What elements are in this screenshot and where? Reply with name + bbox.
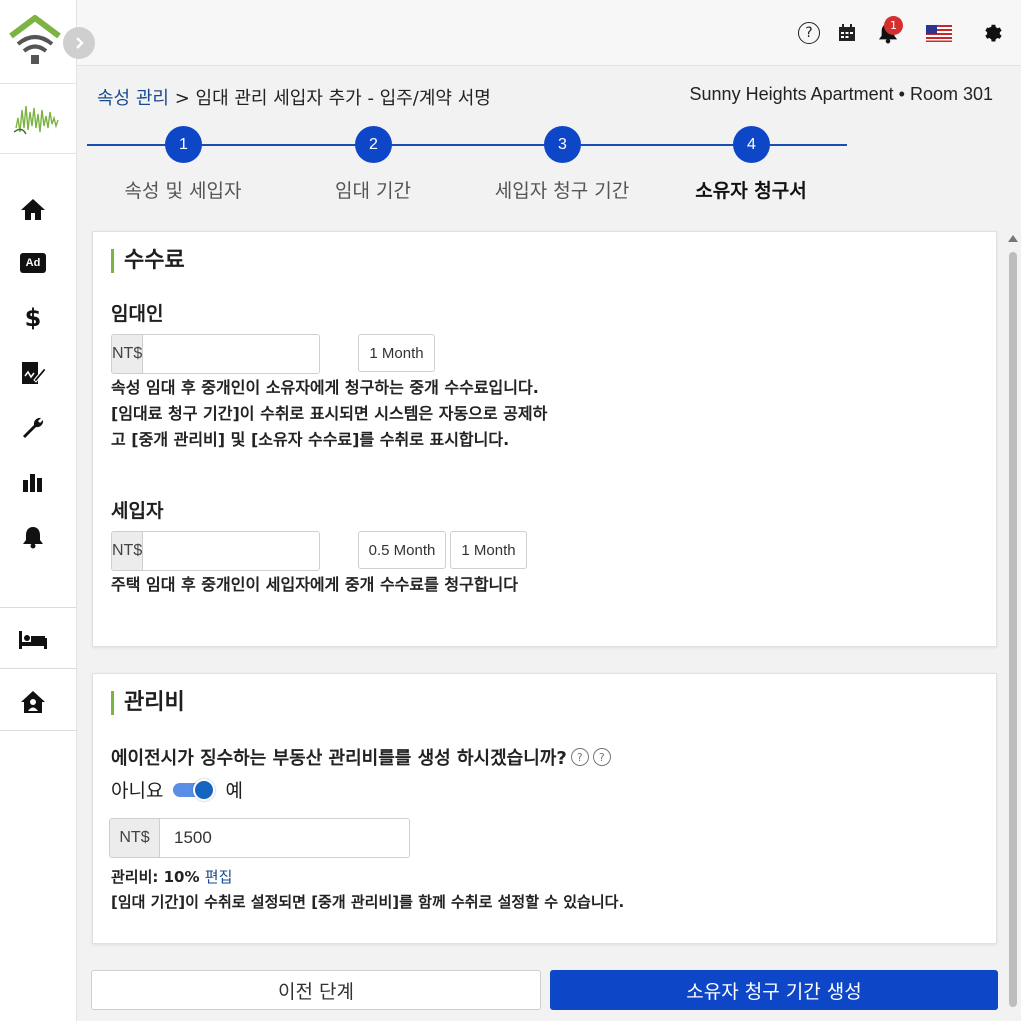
management-fee-rate: 관리비: 10% 편집 (111, 866, 232, 887)
notification-badge: 1 (884, 16, 903, 35)
previous-step-button[interactable]: 이전 단계 (91, 970, 541, 1010)
step-2-label: 임대 기간 (335, 180, 411, 202)
tenant-fee-input-group: NT$ (111, 531, 320, 571)
step-4-circle[interactable]: 4 (733, 126, 770, 163)
currency-prefix: NT$ (110, 819, 160, 857)
wifi-home-logo-icon (9, 15, 61, 64)
toggle-yes-label: 예 (225, 780, 243, 802)
sidebar: Ad $ (0, 0, 95, 1021)
bell-icon[interactable] (18, 522, 48, 552)
sidebar-collapse-button[interactable] (63, 27, 95, 59)
tenant-description: 주택 임대 후 중개인이 세입자에게 중개 수수료를 청구합니다 (111, 575, 518, 594)
breadcrumb-current: 임대 관리 세입자 추가 - 입주/계약 서명 (195, 88, 491, 109)
toggle-no-label: 아니요 (111, 780, 164, 802)
home-icon[interactable] (18, 194, 48, 224)
chart-icon[interactable] (18, 467, 48, 497)
content-scrollbar[interactable] (1007, 230, 1019, 1020)
wrench-icon[interactable] (18, 413, 48, 443)
landlord-description: 속성 임대 후 중개인이 소유자에게 청구하는 중개 수수료입니다. [임대료 … (111, 378, 548, 449)
calendar-icon[interactable] (834, 20, 860, 46)
breadcrumb-root-link[interactable]: 속성 관리 (97, 88, 169, 109)
tenant-half-month-chip[interactable]: 0.5 Month (358, 531, 446, 569)
step-1-label: 속성 및 세입자 (124, 180, 242, 202)
house-user-icon[interactable] (18, 687, 48, 717)
management-fee-toggle[interactable] (173, 778, 216, 801)
help-circle-icon[interactable]: ? (592, 748, 611, 766)
management-toggle-row: 아니요 예 (111, 776, 243, 803)
ad-label: Ad (20, 253, 46, 273)
management-question-text: 에이전시가 징수하는 부동산 관리비를를 생성 하시겠습니까? (111, 748, 567, 769)
landlord-label: 임대인 (111, 303, 164, 325)
landlord-fee-input-group: NT$ (111, 334, 320, 374)
edit-fee-link[interactable]: 편집 (205, 868, 233, 886)
contract-icon[interactable] (18, 358, 48, 388)
fee-rate-label: 관리비: 10% (111, 868, 200, 886)
gear-icon[interactable] (980, 20, 1006, 46)
step-3-circle[interactable]: 3 (544, 126, 581, 163)
breadcrumb-separator: > (174, 88, 190, 109)
help-circle-icon[interactable]: ? (570, 748, 589, 766)
us-flag-icon[interactable] (925, 20, 953, 46)
step-3-label: 세입자 청구 기간 (494, 180, 630, 202)
commission-title: 수수료 (111, 249, 185, 273)
tenant-label: 세입자 (111, 500, 164, 522)
landlord-fee-input[interactable] (143, 335, 319, 373)
management-fee-input[interactable] (160, 819, 409, 857)
toggle-thumb (193, 778, 216, 801)
management-fee-card: 관리비 에이전시가 징수하는 부동산 관리비를를 생성 하시겠습니까? ? ? … (92, 673, 997, 944)
management-fee-title: 관리비 (111, 691, 185, 715)
step-2-circle[interactable]: 2 (355, 126, 392, 163)
help-icon[interactable]: ? (796, 20, 822, 46)
create-owner-billing-button[interactable]: 소유자 청구 기간 생성 (550, 970, 998, 1010)
brand-signature-icon (13, 105, 59, 135)
ad-icon[interactable]: Ad (18, 248, 48, 278)
tenant-fee-input[interactable] (143, 532, 319, 570)
management-fee-input-group: NT$ (109, 818, 410, 858)
management-fee-note: [임대 기간]이 수취로 설정되면 [중개 관리비]를 함께 수취로 설정할 수… (111, 893, 625, 911)
property-info: Sunny Heights Apartment • Room 301 (689, 84, 993, 104)
currency-prefix: NT$ (112, 335, 144, 373)
scroll-thumb[interactable] (1009, 252, 1017, 1007)
currency-prefix: NT$ (112, 532, 144, 570)
chevron-right-icon (76, 37, 84, 49)
dollar-icon[interactable]: $ (18, 303, 48, 333)
sidebar-divider (0, 668, 77, 669)
sidebar-divider (0, 730, 77, 731)
brand-mark (0, 84, 77, 154)
scroll-up-icon[interactable] (1007, 234, 1019, 244)
sidebar-divider (0, 607, 77, 608)
step-1-circle[interactable]: 1 (165, 126, 202, 163)
bed-icon[interactable] (18, 625, 48, 655)
tenant-1-month-chip[interactable]: 1 Month (450, 531, 527, 569)
commission-card: 수수료 임대인 NT$ 1 Month 속성 임대 후 중개인이 소유자에게 청… (92, 231, 997, 647)
breadcrumb: 속성 관리 > 임대 관리 세입자 추가 - 입주/계약 서명 (97, 84, 491, 110)
landlord-1-month-chip[interactable]: 1 Month (358, 334, 435, 372)
management-question: 에이전시가 징수하는 부동산 관리비를를 생성 하시겠습니까? ? ? (111, 744, 611, 770)
step-4-label: 소유자 청구서 (695, 180, 807, 202)
